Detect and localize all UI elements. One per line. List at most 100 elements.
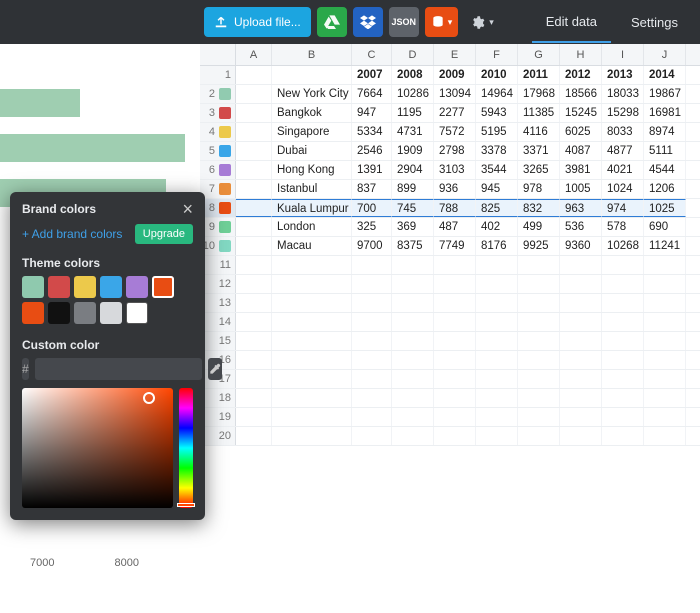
gradient-cursor[interactable]: [143, 392, 155, 404]
upgrade-button[interactable]: Upgrade: [135, 224, 193, 244]
cell[interactable]: 825: [476, 199, 518, 217]
cell[interactable]: 325: [352, 218, 392, 236]
cell[interactable]: [352, 275, 392, 293]
cell[interactable]: 3265: [518, 161, 560, 179]
row-number[interactable]: 3: [200, 104, 236, 122]
settings-gear-button[interactable]: ▾: [464, 7, 500, 37]
row-color-swatch[interactable]: [219, 202, 231, 214]
cell[interactable]: 978: [518, 180, 560, 198]
cell[interactable]: [352, 370, 392, 388]
cell[interactable]: [560, 408, 602, 426]
table-row[interactable]: 6Hong Kong139129043103354432653981402145…: [200, 161, 700, 180]
column-header[interactable]: I: [602, 44, 644, 65]
table-row[interactable]: 9London325369487402499536578690: [200, 218, 700, 237]
cell[interactable]: [476, 332, 518, 350]
table-row[interactable]: 15: [200, 332, 700, 351]
color-swatch[interactable]: [22, 276, 44, 298]
cell[interactable]: [560, 370, 602, 388]
table-row[interactable]: 18: [200, 389, 700, 408]
cell[interactable]: [602, 389, 644, 407]
cell[interactable]: [644, 389, 686, 407]
cell[interactable]: 2009: [434, 66, 476, 84]
row-number[interactable]: 20: [200, 427, 236, 445]
cell[interactable]: [476, 408, 518, 426]
cell[interactable]: 6025: [560, 123, 602, 141]
cell[interactable]: 9925: [518, 237, 560, 255]
cell[interactable]: [236, 332, 272, 350]
cell[interactable]: 10286: [392, 85, 434, 103]
cell[interactable]: [560, 389, 602, 407]
column-header[interactable]: H: [560, 44, 602, 65]
cell[interactable]: [392, 294, 434, 312]
cell[interactable]: 963: [560, 199, 602, 217]
color-swatch[interactable]: [48, 276, 70, 298]
cell[interactable]: [352, 313, 392, 331]
color-gradient[interactable]: [22, 388, 173, 508]
cell[interactable]: [272, 332, 352, 350]
cell[interactable]: [644, 332, 686, 350]
cell[interactable]: [602, 370, 644, 388]
cell[interactable]: 19867: [644, 85, 686, 103]
cell[interactable]: [476, 256, 518, 274]
cell[interactable]: [476, 275, 518, 293]
cell[interactable]: [518, 332, 560, 350]
cell[interactable]: 5111: [644, 142, 686, 160]
cell[interactable]: [392, 275, 434, 293]
cell[interactable]: [434, 408, 476, 426]
cell[interactable]: [236, 237, 272, 255]
column-header[interactable]: A: [236, 44, 272, 65]
cell[interactable]: [272, 389, 352, 407]
cell[interactable]: 945: [476, 180, 518, 198]
cell[interactable]: [560, 313, 602, 331]
cell[interactable]: [518, 427, 560, 445]
cell[interactable]: 974: [602, 199, 644, 217]
cell[interactable]: [434, 294, 476, 312]
row-number[interactable]: 9: [200, 218, 236, 236]
cell[interactable]: [518, 370, 560, 388]
cell[interactable]: 4021: [602, 161, 644, 179]
cell[interactable]: [602, 351, 644, 369]
cell[interactable]: [236, 180, 272, 198]
cell[interactable]: [272, 370, 352, 388]
cell[interactable]: [236, 294, 272, 312]
cell[interactable]: 402: [476, 218, 518, 236]
cell[interactable]: 700: [352, 199, 392, 217]
cell[interactable]: [272, 313, 352, 331]
cell[interactable]: 2007: [352, 66, 392, 84]
cell[interactable]: [236, 66, 272, 84]
cell[interactable]: 7749: [434, 237, 476, 255]
cell[interactable]: 5195: [476, 123, 518, 141]
cell[interactable]: London: [272, 218, 352, 236]
cell[interactable]: 4544: [644, 161, 686, 179]
cell[interactable]: 9700: [352, 237, 392, 255]
cell[interactable]: [602, 332, 644, 350]
row-number[interactable]: 18: [200, 389, 236, 407]
cell[interactable]: [236, 313, 272, 331]
cell[interactable]: [434, 427, 476, 445]
cell[interactable]: [392, 313, 434, 331]
column-header[interactable]: C: [352, 44, 392, 65]
cell[interactable]: [434, 351, 476, 369]
cell[interactable]: 4877: [602, 142, 644, 160]
cell[interactable]: 3981: [560, 161, 602, 179]
tab-settings[interactable]: Settings: [617, 3, 692, 42]
cell[interactable]: 8974: [644, 123, 686, 141]
cell[interactable]: [272, 427, 352, 445]
cell[interactable]: [236, 85, 272, 103]
cell[interactable]: [434, 332, 476, 350]
row-number[interactable]: 11: [200, 256, 236, 274]
cell[interactable]: [602, 408, 644, 426]
cell[interactable]: [236, 370, 272, 388]
cell[interactable]: 899: [392, 180, 434, 198]
color-swatch[interactable]: [74, 302, 96, 324]
row-number[interactable]: 12: [200, 275, 236, 293]
cell[interactable]: 4087: [560, 142, 602, 160]
cell[interactable]: [644, 370, 686, 388]
table-row[interactable]: 16: [200, 351, 700, 370]
cell[interactable]: 4116: [518, 123, 560, 141]
cell[interactable]: 4731: [392, 123, 434, 141]
row-color-swatch[interactable]: [219, 88, 231, 100]
table-row[interactable]: 11: [200, 256, 700, 275]
color-swatch[interactable]: [100, 276, 122, 298]
cell[interactable]: [476, 427, 518, 445]
